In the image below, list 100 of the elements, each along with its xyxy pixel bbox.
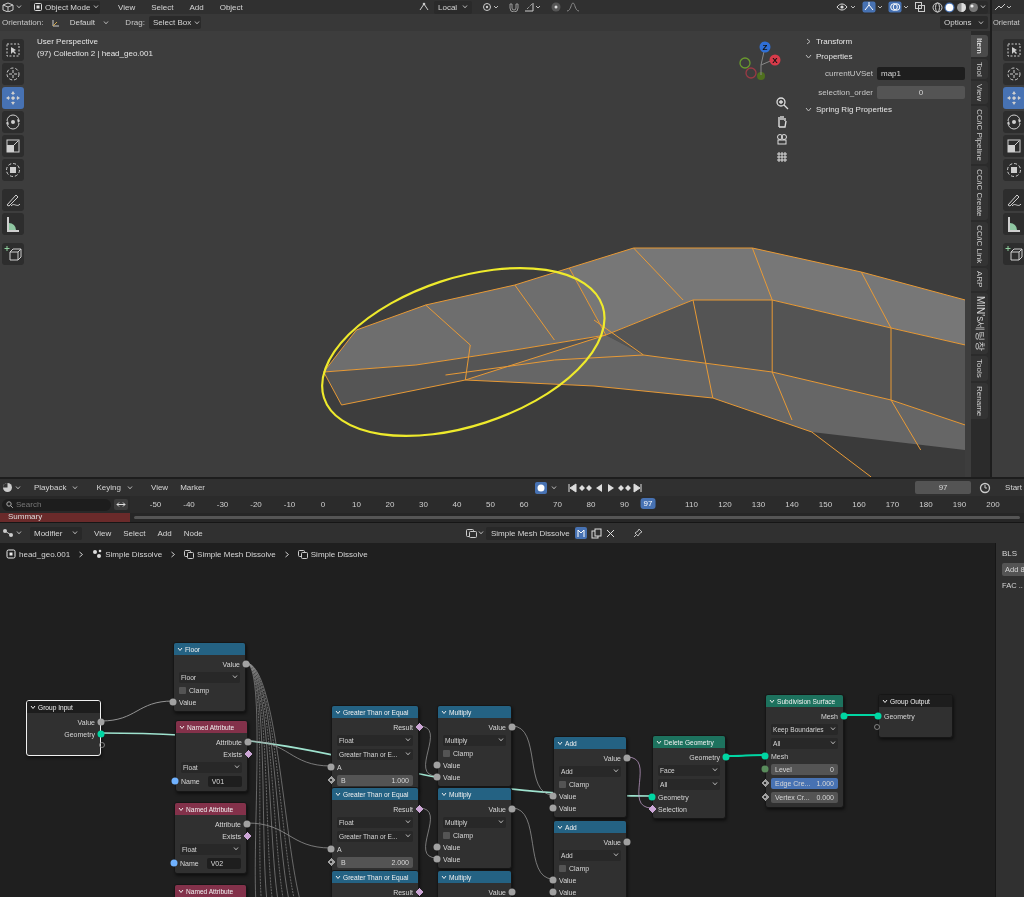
socket[interactable] [243, 820, 251, 828]
magnet-icon[interactable] [508, 2, 520, 12]
scale-icon[interactable] [1003, 135, 1024, 157]
cursor-icon[interactable] [1003, 63, 1024, 85]
checkbox[interactable] [559, 780, 566, 788]
zoom-icon[interactable] [775, 96, 789, 110]
menu-dropdown[interactable]: Playback [30, 481, 83, 494]
start-button[interactable]: Start [1005, 483, 1022, 492]
wireframe-shading-icon[interactable] [932, 1, 943, 13]
socket[interactable] [244, 738, 252, 746]
transform-icon[interactable] [1003, 159, 1024, 181]
channel-row[interactable]: Summary [0, 513, 130, 522]
select-box-icon[interactable] [2, 39, 24, 61]
move-icon[interactable] [2, 87, 24, 109]
socket[interactable] [433, 855, 441, 863]
checkbox[interactable] [559, 864, 566, 872]
ruler-icon[interactable] [2, 213, 24, 235]
menu-item[interactable]: Select [147, 2, 178, 12]
sidebar-tab[interactable]: MIN's세팅창 [971, 292, 988, 354]
socket[interactable] [243, 832, 251, 840]
socket[interactable] [840, 712, 848, 720]
socket[interactable] [169, 698, 177, 706]
menu-item[interactable]: Add [185, 2, 208, 12]
socket[interactable] [242, 660, 250, 668]
sidebar-tab[interactable]: View [971, 81, 988, 105]
panel-header[interactable]: Properties [805, 52, 965, 61]
snap-icon[interactable] [524, 2, 542, 12]
socket[interactable] [722, 753, 730, 761]
editor-type-icon[interactable] [993, 2, 1013, 12]
socket[interactable] [549, 888, 557, 896]
socket[interactable] [549, 792, 557, 800]
panel-header[interactable]: Spring Rig Properties [805, 105, 965, 114]
socket[interactable] [433, 843, 441, 851]
socket[interactable] [761, 779, 769, 787]
transform-icon[interactable] [2, 159, 24, 181]
ruler-icon[interactable] [1003, 213, 1024, 235]
empty-socket[interactable] [99, 742, 105, 748]
pivot-dropdown[interactable]: Local [434, 0, 472, 14]
socket[interactable] [97, 730, 105, 738]
xray-icon[interactable] [914, 1, 926, 13]
breadcrumb[interactable]: head_geo.001 [19, 549, 71, 559]
socket[interactable] [171, 777, 179, 785]
options-dropdown[interactable]: Options [940, 16, 988, 29]
select-box-icon[interactable] [1003, 39, 1024, 61]
socket[interactable] [648, 805, 656, 813]
sidebar-tab[interactable]: ARP [971, 268, 988, 291]
drag-dropdown[interactable]: Select Box [148, 16, 201, 29]
close-icon[interactable] [605, 528, 615, 538]
socket[interactable] [170, 859, 178, 867]
socket[interactable] [327, 858, 335, 866]
socket[interactable] [648, 793, 656, 801]
socket[interactable] [415, 888, 423, 896]
number-field[interactable]: 0 [877, 86, 965, 99]
pencil-icon[interactable] [2, 189, 24, 211]
panel-header[interactable]: Transform [805, 37, 965, 46]
visibility-icon[interactable] [836, 2, 858, 12]
gizmo-icon[interactable] [862, 1, 884, 13]
proportional-icon[interactable] [550, 2, 562, 12]
duplicate-icon[interactable] [590, 527, 602, 539]
menu-item[interactable]: View [146, 483, 173, 492]
scrollbar[interactable] [134, 516, 1020, 519]
socket[interactable] [549, 804, 557, 812]
pivot-icon[interactable] [482, 2, 500, 12]
breadcrumb[interactable]: Simple Mesh Dissolve [197, 549, 276, 559]
breadcrumb[interactable]: Simple Dissolve [105, 549, 163, 559]
sidebar-tab[interactable]: Rename [971, 382, 988, 419]
pin-icon[interactable] [632, 528, 643, 538]
node-group-field[interactable]: Simple Mesh Dissolve [486, 526, 575, 540]
sidebar-tab[interactable]: Item [971, 35, 988, 57]
menu-item[interactable]: Select [119, 528, 150, 538]
sidebar-tab[interactable]: CC/iC Create [971, 166, 988, 221]
checkbox[interactable] [179, 686, 186, 694]
orientation-icon[interactable] [418, 2, 430, 12]
cursor-icon[interactable] [2, 63, 24, 85]
socket[interactable] [415, 805, 423, 813]
socket[interactable] [327, 845, 335, 853]
add-cube-icon[interactable] [2, 243, 24, 265]
menu-item[interactable]: Add [153, 528, 176, 538]
socket[interactable] [433, 773, 441, 781]
mode-dropdown[interactable]: Object Mode [30, 0, 100, 14]
socket[interactable] [97, 718, 105, 726]
clock-icon[interactable] [979, 481, 992, 494]
socket[interactable] [508, 805, 516, 813]
socket[interactable] [415, 723, 423, 731]
node-tree-button[interactable] [466, 528, 484, 538]
menu-dropdown[interactable]: Keying [92, 481, 137, 494]
overlay-icon[interactable] [888, 1, 910, 13]
panel-tab[interactable]: BLS [1002, 549, 1024, 558]
checkbox[interactable] [443, 749, 450, 757]
rotate-icon[interactable] [1003, 111, 1024, 133]
move-icon[interactable] [1003, 87, 1024, 109]
socket[interactable] [623, 838, 631, 846]
navigation-gizmo[interactable]: Z X [735, 37, 791, 87]
rotate-icon[interactable] [2, 111, 24, 133]
checkbox[interactable] [443, 831, 450, 839]
socket[interactable] [761, 793, 769, 801]
socket[interactable] [508, 888, 516, 896]
rendered-shading-icon[interactable] [968, 1, 979, 13]
orientation-dropdown[interactable]: Default [47, 16, 114, 29]
socket[interactable] [623, 754, 631, 762]
